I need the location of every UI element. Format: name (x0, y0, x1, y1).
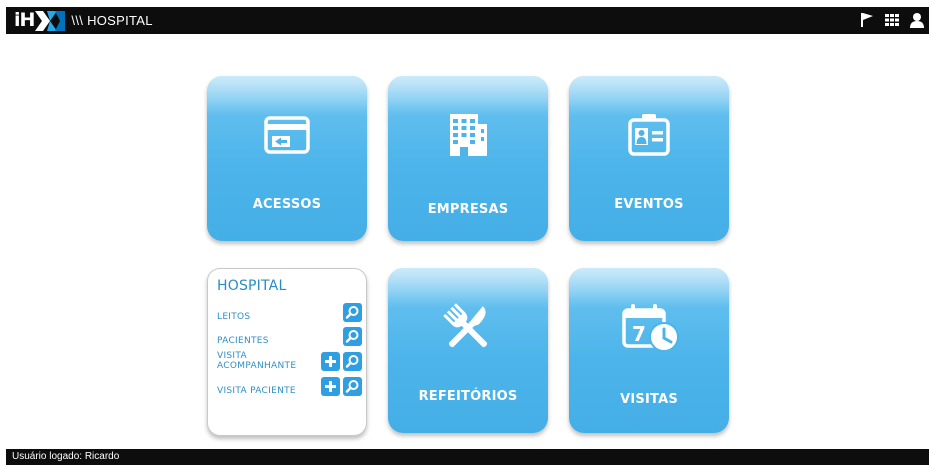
search-icon (345, 380, 359, 393)
hospital-card: HOSPITAL LEITOS PACIENTES VISITA ACOMPAN… (207, 268, 367, 436)
card-arrow-icon (207, 110, 367, 160)
top-bar: iH \\\ HOSPITAL (6, 7, 929, 34)
add-button[interactable] (321, 352, 340, 371)
search-icon (345, 306, 359, 319)
plus-icon (325, 356, 336, 367)
tile-empresas[interactable]: EMPRESAS (388, 76, 548, 241)
search-button[interactable] (343, 352, 362, 371)
search-button[interactable] (343, 303, 362, 322)
hospital-item-visita-acompanhante: VISITA ACOMPANHANTE (217, 351, 362, 374)
tile-label: EMPRESAS (427, 202, 509, 217)
search-icon (345, 330, 359, 343)
hospital-item-pacientes: PACIENTES (217, 327, 362, 349)
logged-user-status: Usuário logado: Ricardo (12, 451, 120, 462)
tile-visitas[interactable]: 7 VISITAS (569, 268, 729, 433)
tile-refeitorios[interactable]: REFEITÓRIOS (388, 268, 548, 433)
id-card-icon (569, 110, 729, 160)
hospital-item-leitos: LEITOS (217, 303, 362, 325)
item-label: LEITOS (217, 312, 251, 322)
hospital-title: HOSPITAL (217, 278, 287, 294)
item-label: VISITA PACIENTE (217, 386, 296, 396)
hospital-item-visita-paciente: VISITA PACIENTE (217, 377, 362, 399)
plus-icon (325, 381, 336, 392)
search-icon (345, 355, 359, 368)
grid-icon[interactable] (884, 11, 900, 29)
item-label-line2: ACOMPANHANTE (217, 361, 297, 371)
flag-icon[interactable] (859, 11, 875, 29)
search-button[interactable] (343, 377, 362, 396)
ihx-logo: iH (14, 9, 66, 32)
tile-acessos[interactable]: ACESSOS (207, 76, 367, 241)
item-label: VISITA ACOMPANHANTE (217, 351, 296, 371)
add-button[interactable] (321, 377, 340, 396)
item-label: PACIENTES (217, 336, 269, 346)
fork-knife-icon (388, 298, 548, 358)
calendar-clock-icon: 7 (569, 300, 729, 360)
brand: iH \\\ HOSPITAL (14, 9, 153, 32)
user-icon[interactable] (909, 11, 925, 29)
tile-label: ACESSOS (252, 197, 322, 212)
item-label-line1: VISITA (217, 351, 247, 361)
search-button[interactable] (343, 327, 362, 346)
top-icons (859, 11, 925, 29)
tile-label: VISITAS (620, 392, 678, 407)
tile-label: EVENTOS (614, 197, 684, 212)
tile-eventos[interactable]: EVENTOS (569, 76, 729, 241)
svg-text:7: 7 (632, 322, 646, 346)
building-icon (388, 110, 548, 160)
app-name: \\\ HOSPITAL (71, 13, 153, 28)
logo-text: iH (14, 9, 35, 31)
logo-x-icon (35, 10, 66, 31)
status-bar: Usuário logado: Ricardo (6, 449, 929, 465)
tile-label: REFEITÓRIOS (418, 389, 518, 404)
